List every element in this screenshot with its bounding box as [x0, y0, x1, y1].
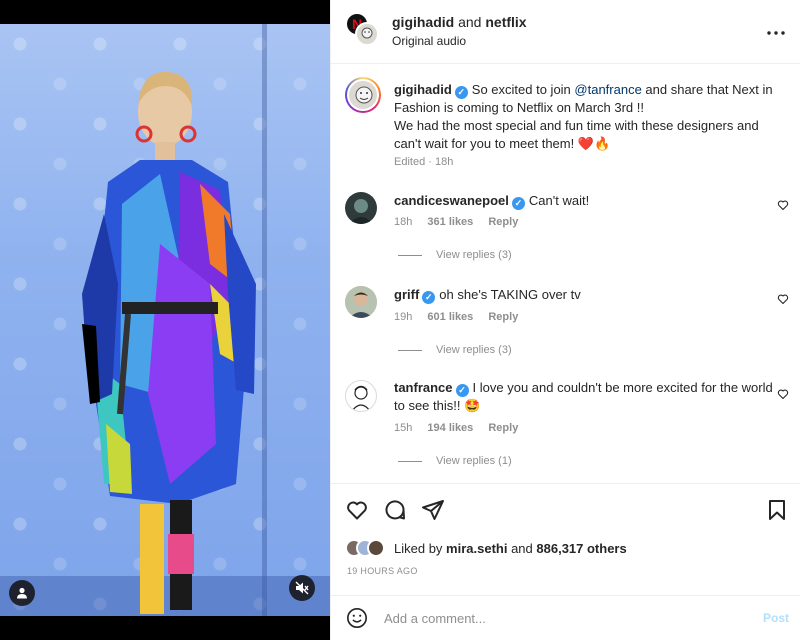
- liker-avatar[interactable]: [367, 539, 385, 557]
- comment-meta: 19h 601 likes Reply: [394, 311, 530, 323]
- save-bookmark-icon[interactable]: [765, 498, 789, 522]
- comment-body: candiceswanepoel ✓ Can't wait!: [394, 192, 774, 210]
- comment-time: 15h: [394, 422, 413, 434]
- view-replies-button[interactable]: View replies (3): [398, 344, 512, 356]
- collab-avatars[interactable]: N: [345, 12, 381, 48]
- likes-middle: and: [507, 540, 537, 556]
- comment-input[interactable]: [384, 608, 724, 628]
- caption-username[interactable]: gigihadid: [394, 82, 452, 97]
- verified-badge-icon: ✓: [454, 86, 468, 99]
- like-heart-icon[interactable]: [345, 498, 369, 522]
- comment-text: oh she's TAKING over tv: [439, 287, 581, 302]
- caption-avatar[interactable]: [345, 77, 381, 113]
- comment-likes[interactable]: 194 likes: [427, 422, 473, 434]
- comment-text: Can't wait!: [528, 193, 590, 208]
- verified-badge-icon: ✓: [455, 384, 469, 397]
- header-usernames: gigihadid and netflix: [392, 14, 527, 30]
- comment-username[interactable]: griff: [394, 287, 419, 302]
- comment-likes[interactable]: 601 likes: [427, 311, 473, 323]
- likes-text: Liked by mira.sethi and 886,317 others: [394, 541, 627, 556]
- post-details-panel: N gigihadid and netflix Original audio g…: [330, 0, 800, 640]
- tagged-users-button[interactable]: [9, 580, 35, 606]
- view-replies-button[interactable]: View replies (3): [398, 249, 512, 261]
- comment-likes[interactable]: 361 likes: [427, 216, 473, 228]
- add-comment-bar: Post: [331, 595, 800, 640]
- gigihadid-avatar: [355, 22, 379, 46]
- post-header: N gigihadid and netflix Original audio: [331, 0, 800, 64]
- more-options-button[interactable]: [767, 22, 785, 40]
- speaker-muted-icon: [295, 581, 309, 595]
- post-timestamp[interactable]: 19 HOURS AGO: [347, 566, 418, 576]
- header-username-link[interactable]: gigihadid: [392, 14, 454, 30]
- likes-count-link[interactable]: 886,317 others: [536, 541, 626, 556]
- like-comment-heart-icon[interactable]: [777, 199, 789, 211]
- view-replies-label: View replies (1): [436, 455, 512, 467]
- user-icon: [17, 587, 27, 599]
- comment-time: 19h: [394, 311, 413, 323]
- more-horizontal-icon: [767, 31, 785, 35]
- verified-badge-icon: ✓: [511, 197, 525, 210]
- comment-body: tanfrance ✓ I love you and couldn't be mor…: [394, 379, 774, 415]
- likes-prefix: Liked by: [394, 540, 447, 556]
- view-replies-button[interactable]: View replies (1): [398, 455, 512, 467]
- commenter-avatar[interactable]: [345, 192, 377, 224]
- comment-username[interactable]: tanfrance: [394, 380, 453, 395]
- mute-button[interactable]: [289, 575, 315, 601]
- audio-link[interactable]: Original audio: [392, 34, 466, 48]
- share-paper-plane-icon[interactable]: [421, 498, 445, 522]
- reply-button[interactable]: Reply: [488, 422, 518, 434]
- caption-text-part1: So excited to join: [471, 82, 575, 97]
- caption-text-line2: We had the most special and fun time wit…: [394, 118, 759, 151]
- verified-badge-icon: ✓: [422, 291, 436, 304]
- comment-body: griff ✓ oh she's TAKING over tv: [394, 286, 774, 304]
- header-collaborator-link[interactable]: netflix: [485, 14, 526, 30]
- instagram-post-view: N gigihadid and netflix Original audio g…: [0, 0, 800, 640]
- emoji-icon[interactable]: [346, 607, 368, 629]
- post-comment-button[interactable]: Post: [763, 611, 789, 625]
- comment-meta: 15h 194 likes Reply: [394, 422, 530, 434]
- view-replies-label: View replies (3): [436, 344, 512, 356]
- post-media: [0, 0, 330, 640]
- video-player[interactable]: [0, 24, 330, 616]
- replies-divider: [398, 254, 422, 256]
- liked-by-user-link[interactable]: mira.sethi: [446, 541, 507, 556]
- reply-button[interactable]: Reply: [488, 216, 518, 228]
- replies-divider: [398, 460, 422, 462]
- caption-mention-link[interactable]: @tanfrance: [574, 82, 641, 97]
- comment-bubble-icon[interactable]: [383, 498, 407, 522]
- post-actions: Liked by mira.sethi and 886,317 others 1…: [331, 483, 800, 595]
- commenter-avatar[interactable]: [345, 380, 377, 412]
- comment-username[interactable]: candiceswanepoel: [394, 193, 509, 208]
- comments-scroll-area[interactable]: gigihadid ✓ So excited to join @tanfrance …: [331, 64, 800, 483]
- comment-meta: 18h 361 likes Reply: [394, 216, 530, 228]
- replies-divider: [398, 349, 422, 351]
- header-conjunction: and: [458, 14, 482, 30]
- caption-text: gigihadid ✓ So excited to join @tanfrance …: [394, 81, 789, 153]
- view-replies-label: View replies (3): [436, 249, 512, 261]
- runway-model-image: [82, 71, 256, 614]
- likes-summary: Liked by mira.sethi and 886,317 others: [345, 536, 627, 560]
- like-comment-heart-icon[interactable]: [777, 293, 789, 305]
- commenter-avatar[interactable]: [345, 286, 377, 318]
- like-comment-heart-icon[interactable]: [777, 388, 789, 400]
- reply-button[interactable]: Reply: [488, 311, 518, 323]
- caption-edited-time: Edited · 18h: [394, 156, 454, 168]
- comment-time: 18h: [394, 216, 413, 228]
